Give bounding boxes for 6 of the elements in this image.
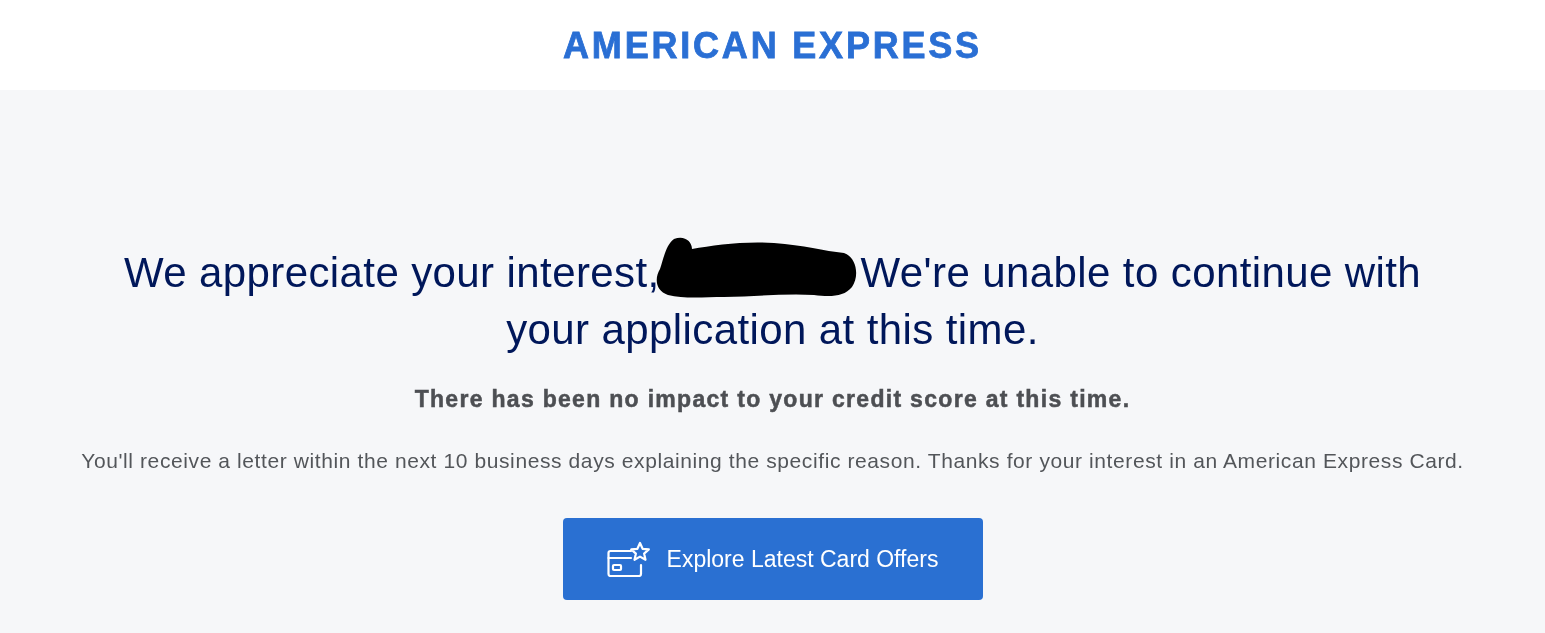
heading: We appreciate your interest, We're unable to continue with your application at this time. — [80, 235, 1465, 358]
card-star-icon — [606, 541, 651, 577]
letter-message: You'll receive a letter within the next 10 business days explaining the specific reason. Thanks for your interest in an American Express Card. — [80, 447, 1465, 474]
credit-notice: There has been no impact to your credit score at this time. — [413, 385, 1132, 414]
brand-logo: AMERICAN EXPRESS — [563, 28, 982, 64]
explore-offers-button[interactable]: Explore Latest Card Offers — [562, 518, 983, 600]
